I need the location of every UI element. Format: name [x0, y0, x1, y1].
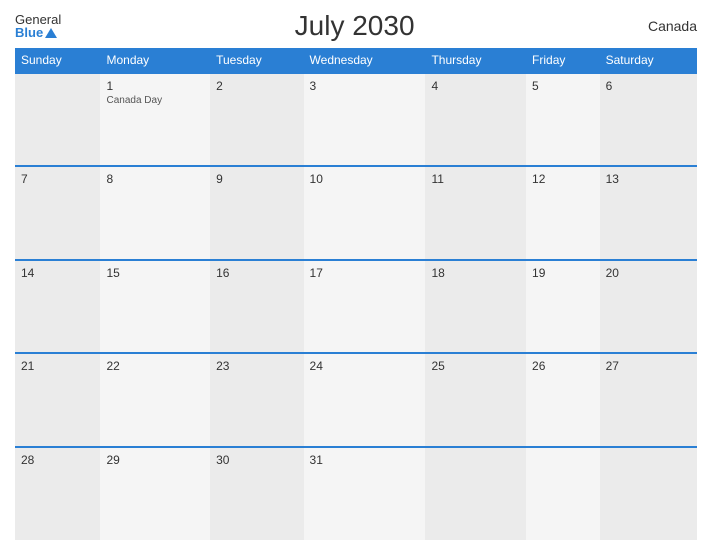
calendar-cell: 30: [210, 447, 303, 540]
country-label: Canada: [648, 18, 697, 34]
day-number: 13: [606, 172, 691, 186]
day-number: 11: [431, 172, 520, 186]
calendar-body: 1Canada Day23456789101112131415161718192…: [15, 73, 697, 540]
day-number: 4: [431, 79, 520, 93]
calendar-cell: 22: [100, 353, 210, 446]
weekday-header-thursday: Thursday: [425, 48, 526, 73]
day-number: 16: [216, 266, 297, 280]
day-number: 31: [310, 453, 420, 467]
calendar-cell: [425, 447, 526, 540]
day-number: 26: [532, 359, 594, 373]
day-number: 28: [21, 453, 94, 467]
calendar-cell: 27: [600, 353, 697, 446]
calendar-cell: 2: [210, 73, 303, 166]
calendar-cell: 26: [526, 353, 600, 446]
weekday-header-wednesday: Wednesday: [304, 48, 426, 73]
calendar-cell: 18: [425, 260, 526, 353]
calendar-cell: 13: [600, 166, 697, 259]
calendar-week-row: 28 29 30 31: [15, 447, 697, 540]
day-number: 2: [216, 79, 297, 93]
day-number: 27: [606, 359, 691, 373]
calendar-cell: 7: [15, 166, 100, 259]
weekday-header-tuesday: Tuesday: [210, 48, 303, 73]
day-number: 18: [431, 266, 520, 280]
day-number: 25: [431, 359, 520, 373]
day-number: 15: [106, 266, 204, 280]
weekday-header-sunday: Sunday: [15, 48, 100, 73]
day-number: 3: [310, 79, 420, 93]
calendar-cell: 24: [304, 353, 426, 446]
calendar-cell: 5: [526, 73, 600, 166]
calendar-cell: 3: [304, 73, 426, 166]
month-title: July 2030: [61, 10, 648, 42]
day-event: Canada Day: [106, 95, 204, 106]
weekday-header-row: SundayMondayTuesdayWednesdayThursdayFrid…: [15, 48, 697, 73]
calendar-cell: 17: [304, 260, 426, 353]
day-number: 30: [216, 453, 297, 467]
calendar-cell: 11: [425, 166, 526, 259]
calendar-cell: 14: [15, 260, 100, 353]
day-number: 9: [216, 172, 297, 186]
day-number: 22: [106, 359, 204, 373]
calendar-cell: 6: [600, 73, 697, 166]
calendar-header: General Blue July 2030 Canada: [15, 10, 697, 42]
calendar-cell: 10: [304, 166, 426, 259]
calendar-week-row: 789 10 11 12 13: [15, 166, 697, 259]
day-number: 23: [216, 359, 297, 373]
calendar-cell: 15: [100, 260, 210, 353]
calendar-week-row: 14 15 16 17 18 19 20: [15, 260, 697, 353]
day-number: 21: [21, 359, 94, 373]
calendar-table: SundayMondayTuesdayWednesdayThursdayFrid…: [15, 48, 697, 540]
day-number: 5: [532, 79, 594, 93]
calendar-cell: 9: [210, 166, 303, 259]
calendar-cell: 28: [15, 447, 100, 540]
calendar-cell: 21: [15, 353, 100, 446]
calendar-cell: [526, 447, 600, 540]
day-number: 24: [310, 359, 420, 373]
calendar-cell: 8: [100, 166, 210, 259]
calendar-cell: 31: [304, 447, 426, 540]
day-number: 29: [106, 453, 204, 467]
day-number: 17: [310, 266, 420, 280]
calendar-cell: 16: [210, 260, 303, 353]
calendar-cell: 19: [526, 260, 600, 353]
calendar-week-row: 21 22 23 24 25 26 27: [15, 353, 697, 446]
calendar-cell: 4: [425, 73, 526, 166]
calendar-cell: [15, 73, 100, 166]
day-number: 10: [310, 172, 420, 186]
calendar-header-row: SundayMondayTuesdayWednesdayThursdayFrid…: [15, 48, 697, 73]
weekday-header-saturday: Saturday: [600, 48, 697, 73]
day-number: 12: [532, 172, 594, 186]
calendar-cell: 20: [600, 260, 697, 353]
calendar-week-row: 1 Canada Day 23456: [15, 73, 697, 166]
day-number: 19: [532, 266, 594, 280]
calendar-cell: 12: [526, 166, 600, 259]
calendar-cell: 29: [100, 447, 210, 540]
day-number: 7: [21, 172, 94, 186]
logo: General Blue: [15, 13, 61, 39]
weekday-header-friday: Friday: [526, 48, 600, 73]
day-number: 20: [606, 266, 691, 280]
calendar-cell: [600, 447, 697, 540]
calendar-cell: 1 Canada Day: [100, 73, 210, 166]
day-number: 6: [606, 79, 691, 93]
calendar-cell: 23: [210, 353, 303, 446]
weekday-header-monday: Monday: [100, 48, 210, 73]
day-number: 8: [106, 172, 204, 186]
day-number: 14: [21, 266, 94, 280]
day-number: 1: [106, 79, 204, 93]
logo-triangle-icon: [45, 28, 57, 38]
calendar-cell: 25: [425, 353, 526, 446]
logo-blue-text: Blue: [15, 26, 61, 39]
